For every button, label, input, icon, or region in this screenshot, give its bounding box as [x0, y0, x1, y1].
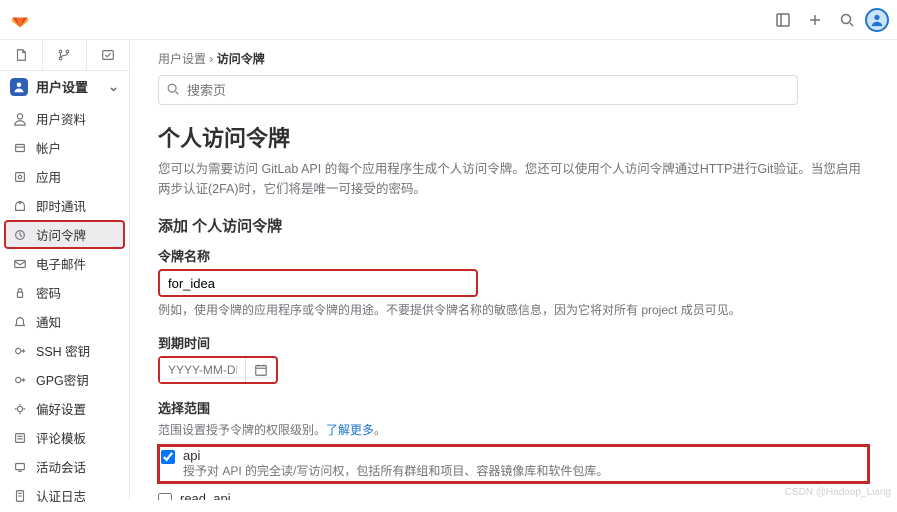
- sidebar-item-1[interactable]: 帐户: [4, 133, 125, 162]
- chevron-down-icon: ⌄: [108, 79, 119, 95]
- sidebar-item-0[interactable]: 用户资料: [4, 104, 125, 133]
- nav-icon: [12, 372, 28, 388]
- nav-icon: [12, 314, 28, 330]
- search-icon: [166, 82, 180, 96]
- sidebar-item-9[interactable]: GPG密钥: [4, 365, 125, 394]
- scope-checkbox-api[interactable]: [161, 450, 175, 464]
- sidebar-item-3[interactable]: 即时通讯: [4, 191, 125, 220]
- add-token-heading: 添加 个人访问令牌: [158, 215, 869, 236]
- plus-icon[interactable]: [801, 6, 829, 34]
- nav-icon: [12, 198, 28, 214]
- nav-icon: [12, 285, 28, 301]
- gitlab-logo[interactable]: [8, 8, 32, 32]
- nav-icon: [12, 111, 28, 127]
- nav-icon: [12, 459, 28, 475]
- nav-icon: [12, 343, 28, 359]
- learn-more-link[interactable]: 了解更多: [326, 423, 374, 437]
- sidebar-item-5[interactable]: 电子邮件: [4, 249, 125, 278]
- sidebar-section-header[interactable]: 用户设置 ⌄: [0, 71, 129, 102]
- watermark: CSDN @Hadoop_Liang: [785, 487, 891, 498]
- tab-todo-icon[interactable]: [87, 40, 129, 70]
- scopes-label: 选择范围: [158, 398, 869, 417]
- sidebar-item-13[interactable]: 认证日志: [4, 481, 125, 510]
- breadcrumb: 用户设置 › 访问令牌: [158, 50, 869, 67]
- scope-checkbox-read_api[interactable]: [158, 493, 172, 500]
- nav-icon: [12, 140, 28, 156]
- token-name-hint: 例如，使用令牌的应用程序或令牌的用途。不要提供令牌名称的敏感信息，因为它将对所有…: [158, 301, 869, 319]
- nav-icon: [12, 256, 28, 272]
- scope-read_api: read_api授予对 API 的读访问权，包括所有群组和项目、容器镜像库和软件…: [158, 491, 869, 500]
- user-avatar[interactable]: [865, 8, 889, 32]
- tab-file-icon[interactable]: [0, 40, 43, 70]
- page-title: 个人访问令牌: [158, 121, 869, 153]
- sidebar-item-12[interactable]: 活动会话: [4, 452, 125, 481]
- calendar-icon[interactable]: [245, 358, 276, 382]
- expiry-input[interactable]: [160, 358, 245, 382]
- nav-icon: [12, 227, 28, 243]
- sidebar-item-7[interactable]: 通知: [4, 307, 125, 336]
- nav-icon: [12, 430, 28, 446]
- page-description: 您可以为需要访问 GitLab API 的每个应用程序生成个人访问令牌。您还可以…: [158, 159, 869, 199]
- search-icon[interactable]: [833, 6, 861, 34]
- user-settings-icon: [10, 78, 28, 96]
- nav-icon: [12, 488, 28, 504]
- sidebar-item-11[interactable]: 评论模板: [4, 423, 125, 452]
- tab-merge-icon[interactable]: [43, 40, 86, 70]
- token-name-label: 令牌名称: [158, 246, 869, 265]
- expiry-label: 到期时间: [158, 333, 869, 352]
- sidebar-item-10[interactable]: 偏好设置: [4, 394, 125, 423]
- nav-icon: [12, 169, 28, 185]
- scope-api: api授予对 API 的完全读/写访问权，包括所有群组和项目、容器镜像库和软件包…: [158, 445, 869, 483]
- sidebar-item-2[interactable]: 应用: [4, 162, 125, 191]
- token-name-input[interactable]: [158, 269, 478, 297]
- sidebar-item-8[interactable]: SSH 密钥: [4, 336, 125, 365]
- nav-icon: [12, 401, 28, 417]
- search-input[interactable]: [158, 75, 798, 105]
- sidebar-item-4[interactable]: 访问令牌: [4, 220, 125, 249]
- sidebar-item-6[interactable]: 密码: [4, 278, 125, 307]
- sidebar-toggle-icon[interactable]: [769, 6, 797, 34]
